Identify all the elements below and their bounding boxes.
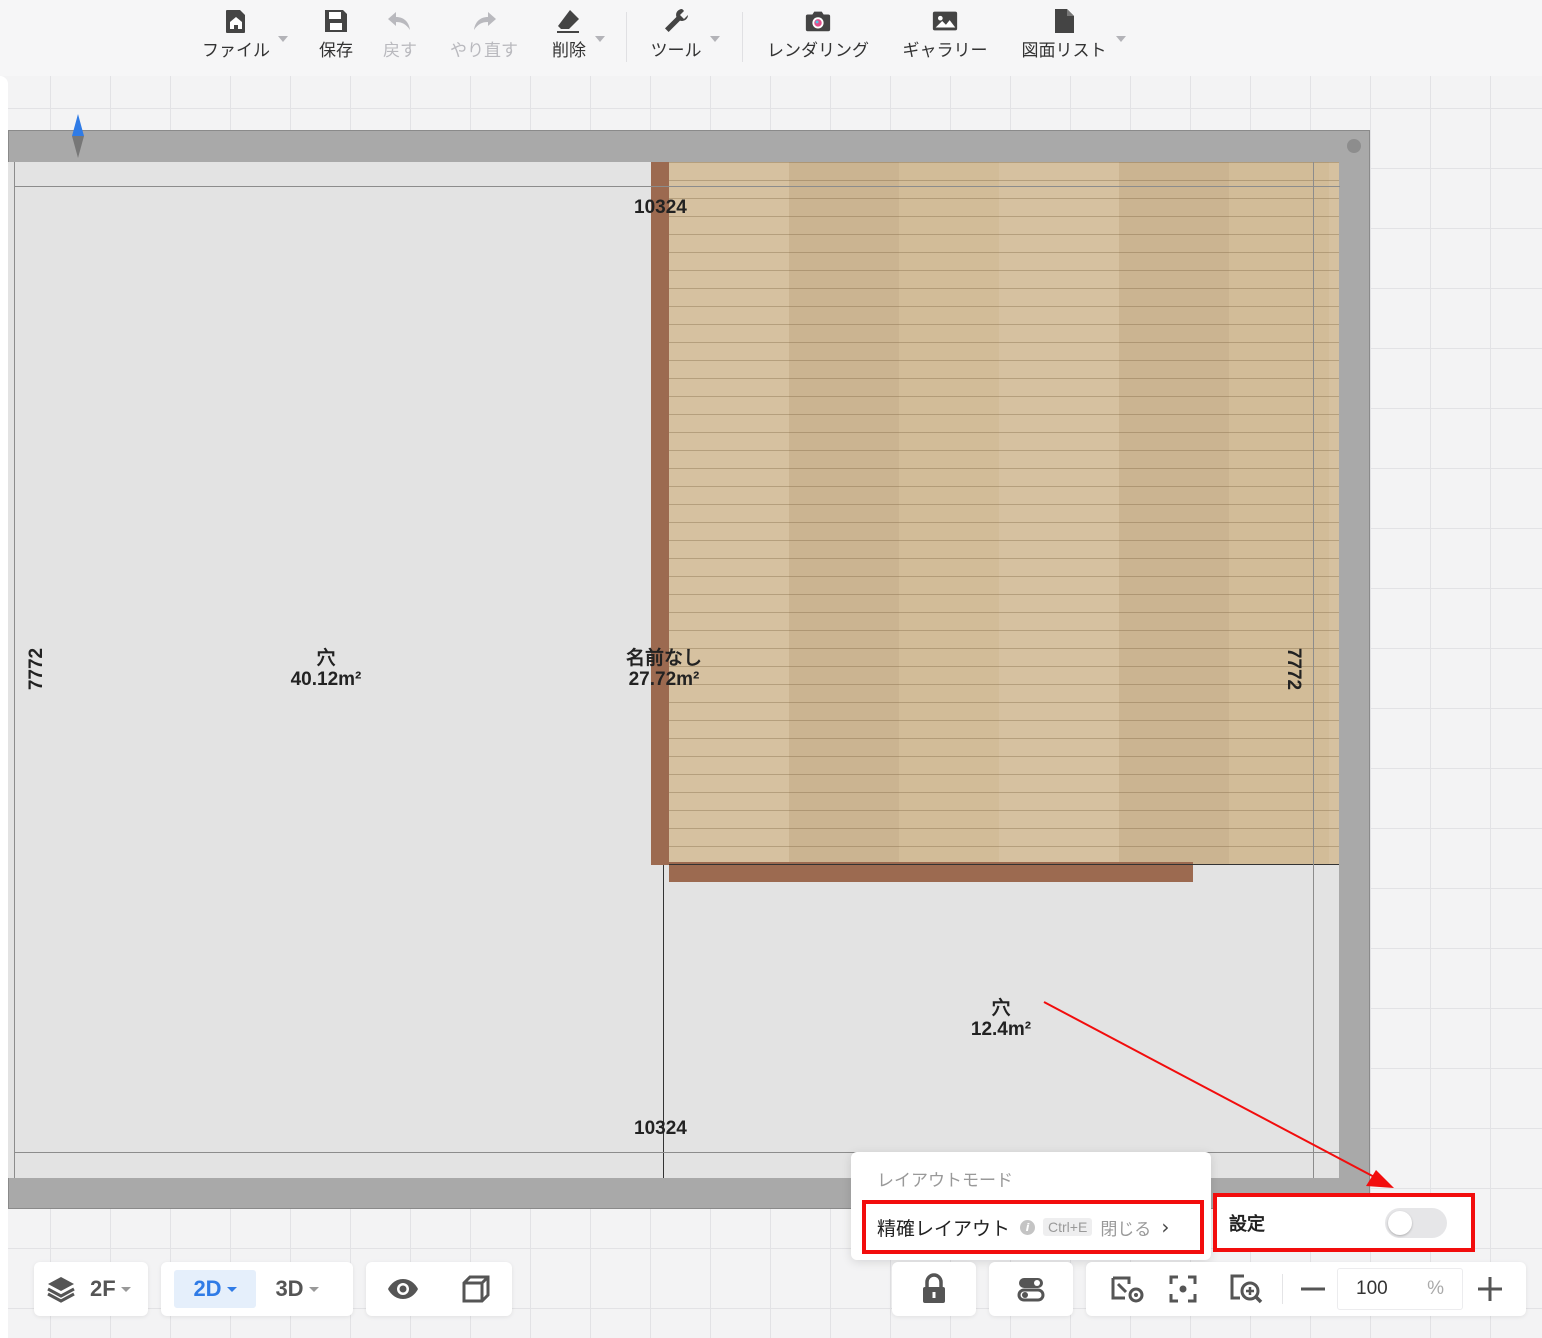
view-mode-switcher: 2D 3D [161, 1262, 353, 1316]
settings-toggle-row[interactable]: 設定 [1213, 1193, 1475, 1252]
floor-caret-icon [120, 1286, 131, 1292]
zoom-out-icon[interactable] [1293, 1276, 1333, 1302]
view-3d-caret-icon [308, 1286, 319, 1292]
view-settings-icon[interactable] [1106, 1274, 1150, 1304]
layout-mode-title: レイアウトモード [877, 1171, 1013, 1191]
shortcut-badge: Ctrl+E [1043, 1218, 1093, 1236]
layers-icon [47, 1277, 75, 1303]
fit-screen-icon[interactable] [1150, 1274, 1216, 1304]
zoom-level-input[interactable]: 100 % [1337, 1268, 1463, 1310]
cube-view-icon[interactable] [461, 1274, 491, 1304]
lock-icon [923, 1273, 945, 1303]
floor-selector[interactable]: 2F [34, 1262, 148, 1316]
floor-label: 2F [90, 1276, 116, 1301]
display-options-panel [366, 1262, 512, 1316]
view-3d-label: 3D [275, 1276, 304, 1301]
info-icon[interactable]: i [1020, 1219, 1036, 1235]
annotation-arrow [1043, 1001, 1394, 1188]
zoom-region-icon[interactable] [1216, 1273, 1276, 1305]
settings-label: 設定 [1229, 1213, 1265, 1235]
precise-layout-label: 精確レイアウト [877, 1217, 1011, 1240]
settings-toggle-switch[interactable] [1385, 1208, 1447, 1238]
precise-layout-option[interactable]: 精確レイアウト i Ctrl+E 閉じる › [862, 1200, 1204, 1254]
lock-button[interactable] [892, 1262, 976, 1316]
zoom-divider [1282, 1274, 1283, 1304]
view-3d-button[interactable]: 3D [256, 1270, 338, 1308]
toggle-settings-button[interactable] [989, 1262, 1073, 1316]
layout-mode-popup: レイアウトモード 精確レイアウト i Ctrl+E 閉じる › [851, 1152, 1211, 1260]
view-2d-caret-icon [226, 1286, 237, 1292]
view-2d-button[interactable]: 2D [174, 1270, 256, 1308]
zoom-in-icon[interactable] [1467, 1276, 1513, 1302]
zoom-value: 100 [1356, 1278, 1388, 1299]
chevron-right-icon[interactable]: › [1161, 1215, 1169, 1239]
close-status: 閉じる [1100, 1219, 1152, 1240]
switches-icon [1017, 1278, 1045, 1302]
zoom-controls: 100 % [1086, 1262, 1526, 1316]
view-2d-label: 2D [193, 1276, 222, 1301]
toggle-knob [1388, 1211, 1412, 1235]
visibility-eye-icon[interactable] [387, 1278, 419, 1300]
zoom-unit: % [1427, 1278, 1444, 1299]
